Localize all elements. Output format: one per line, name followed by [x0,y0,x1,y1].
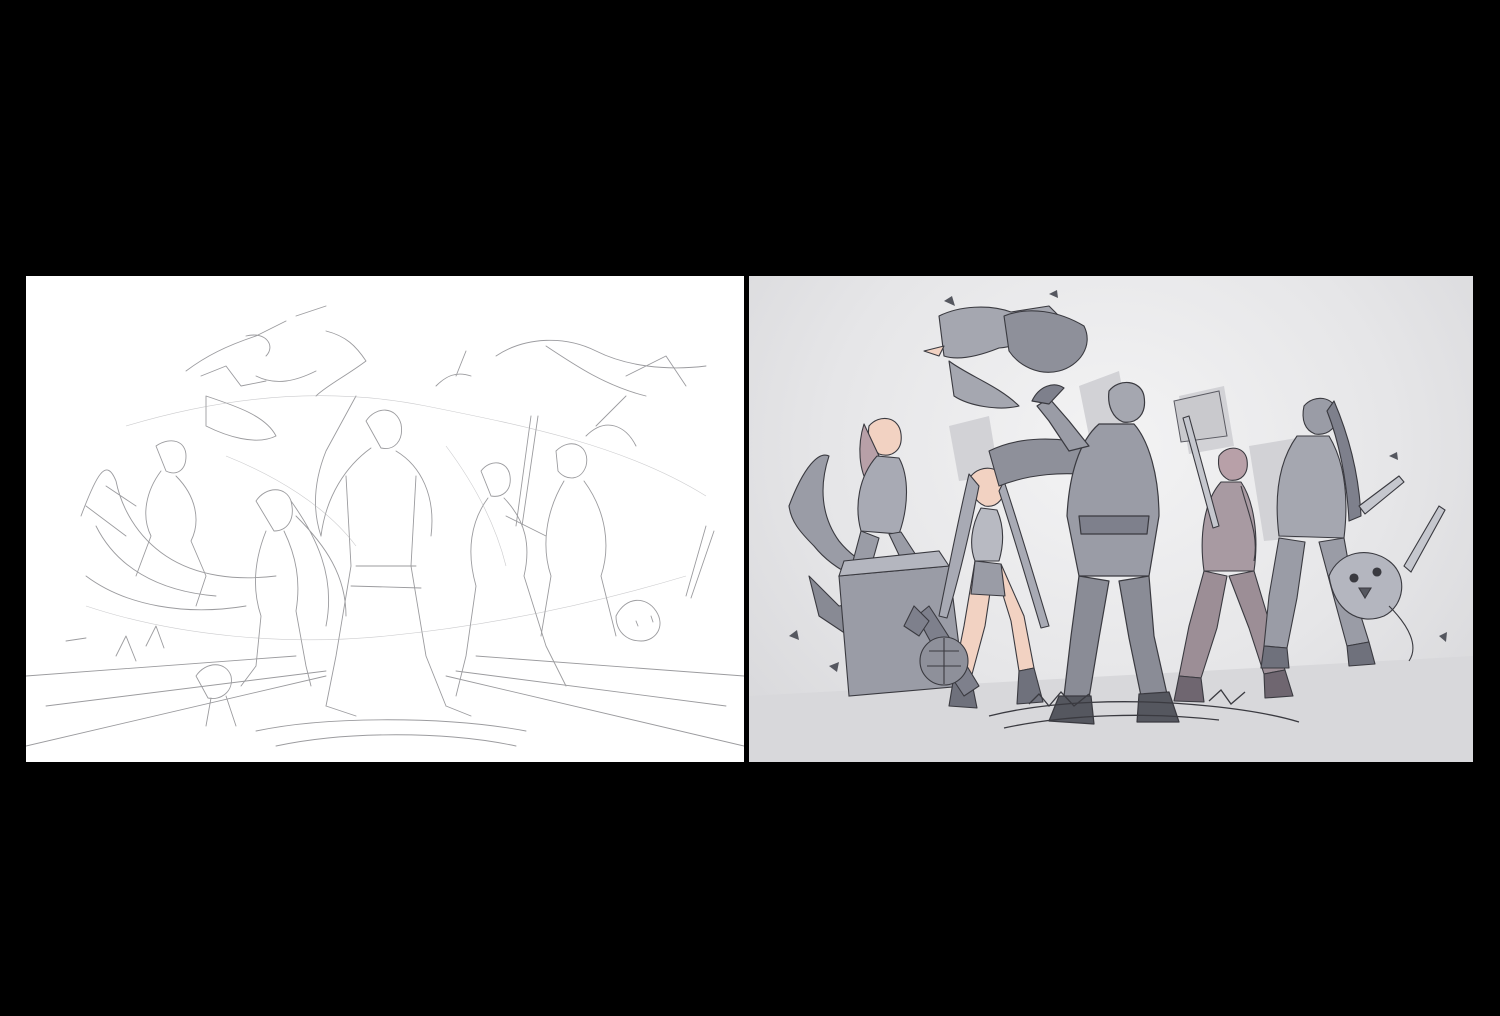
artwork-comparison [0,0,1500,1016]
lineart-panel [749,276,1473,762]
sketch-drawing [26,305,744,747]
lineart-drawing [749,290,1473,762]
sketch-panel [26,276,744,762]
